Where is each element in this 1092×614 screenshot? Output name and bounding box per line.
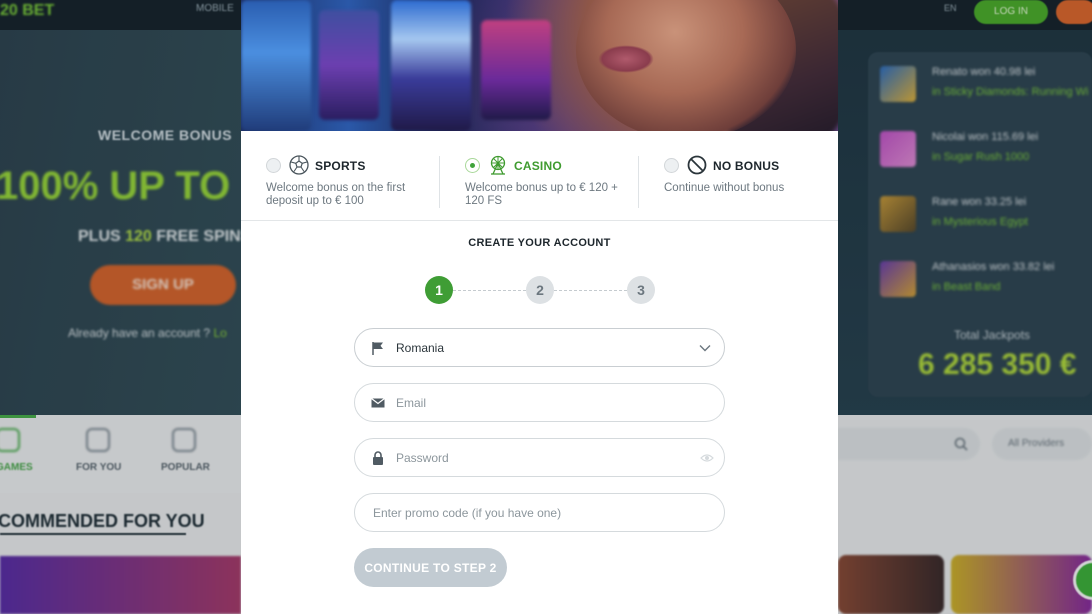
ferris-wheel-icon <box>490 155 506 175</box>
envelope-icon <box>371 398 385 408</box>
bonus-option-no-bonus[interactable]: NO BONUS Continue without bonus <box>664 155 824 215</box>
lock-icon <box>373 451 383 465</box>
promo-code-field[interactable] <box>354 493 725 532</box>
flag-icon <box>372 342 383 355</box>
sports-radio[interactable] <box>266 158 281 173</box>
email-field[interactable] <box>354 383 725 422</box>
step-2: 2 <box>526 276 554 304</box>
slot-machine-image <box>319 10 379 120</box>
sports-description: Welcome bonus on the first deposit up to… <box>266 182 406 207</box>
slot-machine-image <box>481 20 551 120</box>
no-entry-icon <box>687 155 707 175</box>
password-input[interactable] <box>396 448 686 468</box>
country-select[interactable]: Romania <box>354 328 725 367</box>
no-bonus-description: Continue without bonus <box>664 182 785 194</box>
slot-machine-image <box>391 0 471 131</box>
password-field[interactable] <box>354 438 725 477</box>
create-account-title: CREATE YOUR ACCOUNT <box>468 237 611 249</box>
no-bonus-radio[interactable] <box>664 158 679 173</box>
soccer-ball-icon <box>289 155 309 175</box>
promo-code-input[interactable] <box>373 503 703 523</box>
option-divider <box>439 156 440 208</box>
bonus-option-casino[interactable]: CASINO Welcome bonus up to € 120 + 120 F… <box>465 155 640 215</box>
modal-hero-image <box>241 0 838 131</box>
slot-machine-image <box>241 0 311 131</box>
sports-title: SPORTS <box>315 159 366 173</box>
chevron-down-icon <box>699 345 711 352</box>
step-indicator: 1 2 3 <box>425 276 655 304</box>
country-value: Romania <box>396 341 445 355</box>
registration-modal: SPORTS Welcome bonus on the first deposi… <box>241 0 838 614</box>
step-3: 3 <box>627 276 655 304</box>
woman-lips <box>598 45 654 73</box>
no-bonus-title: NO BONUS <box>713 159 780 173</box>
bonus-options: SPORTS Welcome bonus on the first deposi… <box>241 131 838 221</box>
continue-button[interactable]: CONTINUE TO STEP 2 <box>354 548 507 587</box>
option-divider <box>638 156 639 208</box>
bonus-option-sports[interactable]: SPORTS Welcome bonus on the first deposi… <box>266 155 441 215</box>
eye-icon[interactable] <box>700 452 714 464</box>
step-1: 1 <box>425 276 453 304</box>
step-connector <box>453 290 526 291</box>
casino-description: Welcome bonus up to € 120 + 120 FS <box>465 182 618 207</box>
step-connector <box>554 290 627 291</box>
casino-title: CASINO <box>514 159 562 173</box>
casino-radio[interactable] <box>465 158 480 173</box>
email-input[interactable] <box>396 393 686 413</box>
